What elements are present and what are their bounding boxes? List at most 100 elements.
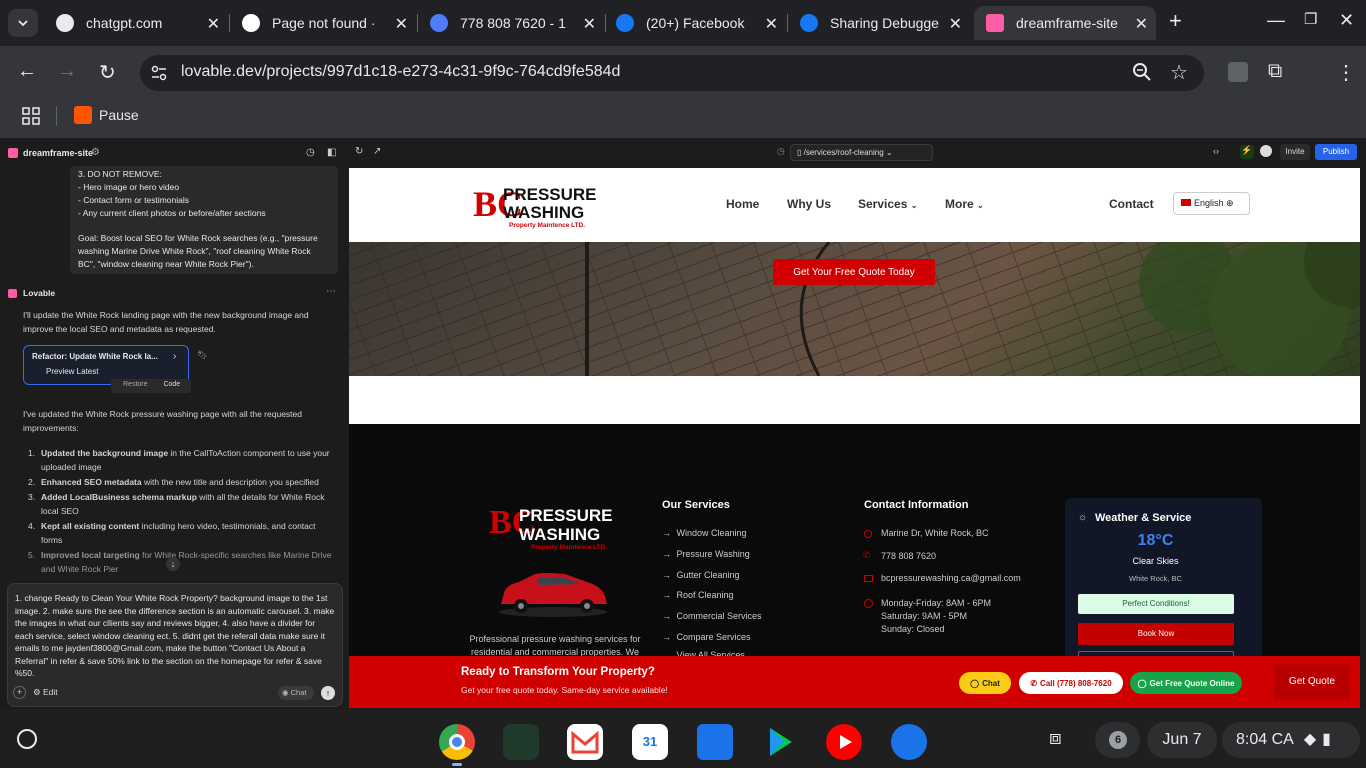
logo-line: WASHING: [519, 525, 601, 544]
tab-phone[interactable]: 778 808 7620 - 1 ✕: [418, 6, 604, 40]
holding-space-icon[interactable]: ⧈: [1049, 727, 1062, 750]
msg-line: - Hero image or hero video: [78, 182, 180, 192]
project-name[interactable]: dreamframe-site: [23, 148, 93, 158]
tab-github[interactable]: Page not found · ✕: [230, 6, 416, 40]
files-icon[interactable]: [697, 724, 733, 760]
chrome-icon[interactable]: [439, 724, 475, 760]
service-link[interactable]: → Commercial Services: [662, 611, 762, 621]
nav-contact[interactable]: Contact: [1109, 197, 1154, 211]
code-view-icon[interactable]: ‹›: [1213, 146, 1219, 156]
close-window-icon[interactable]: ✕: [1339, 10, 1354, 31]
nav-home[interactable]: Home: [726, 197, 759, 211]
close-icon[interactable]: ✕: [207, 14, 220, 34]
website-preview: BC PRESSURE WASHING Property Maintence L…: [349, 168, 1360, 708]
date-tray[interactable]: Jun 7: [1147, 722, 1217, 758]
play-store-icon[interactable]: [762, 724, 798, 760]
bookmarks-bar: [0, 98, 1366, 138]
bookmark-icon[interactable]: 🔖︎: [197, 350, 208, 361]
extensions-puzzle-icon[interactable]: ⧉: [1268, 60, 1282, 83]
code-button[interactable]: Code: [163, 381, 180, 388]
quote-online-label: Get Free Quote Online: [1149, 678, 1235, 688]
notification-tray[interactable]: 6: [1095, 722, 1140, 758]
back-icon[interactable]: ←: [17, 60, 37, 83]
site-settings-icon[interactable]: [150, 64, 168, 82]
new-tab-icon[interactable]: +: [1169, 8, 1182, 34]
service-link[interactable]: → Compare Services: [662, 632, 751, 642]
logo-text[interactable]: PRESSURE WASHING Property Maintence LTD.: [503, 186, 597, 230]
service-link[interactable]: → Gutter Cleaning: [662, 570, 740, 580]
sun-icon: ☼: [1078, 512, 1088, 523]
close-icon[interactable]: ✕: [1135, 14, 1148, 34]
restore-button[interactable]: Restore: [123, 381, 148, 388]
sheets-icon[interactable]: [503, 724, 539, 760]
scroll-down-icon[interactable]: ↓: [166, 557, 180, 571]
close-icon[interactable]: ✕: [765, 14, 778, 34]
hero-quote-button[interactable]: Get Your Free Quote Today: [773, 259, 935, 285]
gmail-icon[interactable]: [567, 724, 603, 760]
language-selector[interactable]: English ⊕: [1173, 192, 1250, 215]
minimize-icon[interactable]: —: [1267, 10, 1285, 31]
status-tray[interactable]: 8:04 CA ◆ ▮: [1222, 722, 1360, 758]
close-icon[interactable]: ✕: [949, 14, 962, 34]
notes-icon[interactable]: [891, 724, 927, 760]
close-icon[interactable]: ✕: [583, 14, 596, 34]
book-now-button[interactable]: Book Now: [1078, 623, 1234, 645]
route-selector[interactable]: ▯ /services/roof-cleaning ⌄: [790, 144, 933, 161]
zoom-icon[interactable]: [1132, 62, 1152, 87]
sidebar-toggle-icon[interactable]: ◧: [327, 147, 336, 158]
cta-call-button[interactable]: ✆ Call (778) 808-7620: [1019, 672, 1123, 694]
nav-services[interactable]: Services ⌄: [858, 197, 917, 211]
cta-chat-button[interactable]: ◯ Chat: [959, 672, 1011, 694]
tab-dreamframe-site[interactable]: dreamframe-site ✕: [974, 6, 1156, 40]
tab-sharing-debugger[interactable]: Sharing Debugge ✕: [788, 6, 970, 40]
bookmark-pause[interactable]: Pause: [99, 107, 139, 123]
active-app-indicator: [452, 763, 462, 766]
tab-search-button[interactable]: [8, 9, 38, 37]
invite-button[interactable]: Invite: [1280, 144, 1310, 160]
refresh-preview-icon[interactable]: ↻: [355, 146, 363, 157]
nav-more[interactable]: More ⌄: [945, 197, 984, 211]
supabase-icon[interactable]: ⚡: [1240, 145, 1254, 159]
cta-quote-online-button[interactable]: ◯ Get Free Quote Online: [1130, 672, 1242, 694]
chevron-right-icon[interactable]: ›: [173, 351, 176, 362]
extension-icon[interactable]: [1228, 62, 1248, 82]
history-icon[interactable]: ◷: [777, 146, 785, 157]
forward-icon[interactable]: →: [57, 60, 77, 83]
url-text[interactable]: lovable.dev/projects/997d1c18-e273-4c31-…: [181, 63, 620, 81]
edit-button[interactable]: ⚙ Edit: [33, 687, 58, 698]
nav-why-us[interactable]: Why Us: [787, 197, 831, 211]
lovable-logo-icon: [8, 148, 18, 158]
calendar-icon[interactable]: 31: [632, 724, 668, 760]
service-link[interactable]: → Window Cleaning: [662, 528, 747, 538]
restore-window-icon[interactable]: ❐: [1304, 10, 1317, 28]
tab-title: Sharing Debugge: [830, 15, 939, 31]
card-title: Refactor: Update White Rock la...: [32, 352, 158, 361]
open-external-icon[interactable]: ↗: [373, 146, 381, 157]
tab-chatgpt[interactable]: chatgpt.com ✕: [44, 6, 228, 40]
apps-grid-icon[interactable]: [22, 107, 40, 130]
launcher-icon[interactable]: [17, 729, 37, 749]
phone-text[interactable]: 778 808 7620: [881, 551, 936, 561]
chatgpt-favicon-icon: [56, 14, 74, 32]
github-icon[interactable]: [1260, 145, 1272, 157]
chat-mode-button[interactable]: ◉ Chat: [278, 686, 314, 700]
service-link[interactable]: → Pressure Washing: [662, 549, 750, 559]
tab-facebook[interactable]: (20+) Facebook ✕: [604, 6, 786, 40]
cta-get-quote-button[interactable]: Get Quote: [1274, 664, 1350, 700]
reload-icon[interactable]: ↻: [99, 60, 116, 85]
email-text[interactable]: bcpressurewashing.ca@gmail.com: [881, 573, 1021, 583]
settings-icon[interactable]: ⚙: [91, 147, 100, 158]
add-icon[interactable]: +: [13, 686, 26, 699]
card-preview-link[interactable]: Preview Latest: [46, 367, 180, 376]
send-icon[interactable]: ↑: [321, 686, 335, 700]
publish-button[interactable]: Publish: [1315, 144, 1357, 160]
message-menu-icon[interactable]: ⋯: [326, 286, 336, 297]
service-link[interactable]: → Roof Cleaning: [662, 590, 734, 600]
chat-input-text[interactable]: 1. change Ready to Clean Your White Rock…: [15, 592, 335, 676]
bookmark-star-icon[interactable]: ☆: [1170, 60, 1188, 85]
more-menu-icon[interactable]: ⋮: [1336, 60, 1356, 85]
close-icon[interactable]: ✕: [395, 14, 408, 34]
youtube-icon[interactable]: [826, 724, 862, 760]
tab-title: dreamframe-site: [1016, 15, 1118, 31]
history-icon[interactable]: ◷: [306, 147, 315, 158]
